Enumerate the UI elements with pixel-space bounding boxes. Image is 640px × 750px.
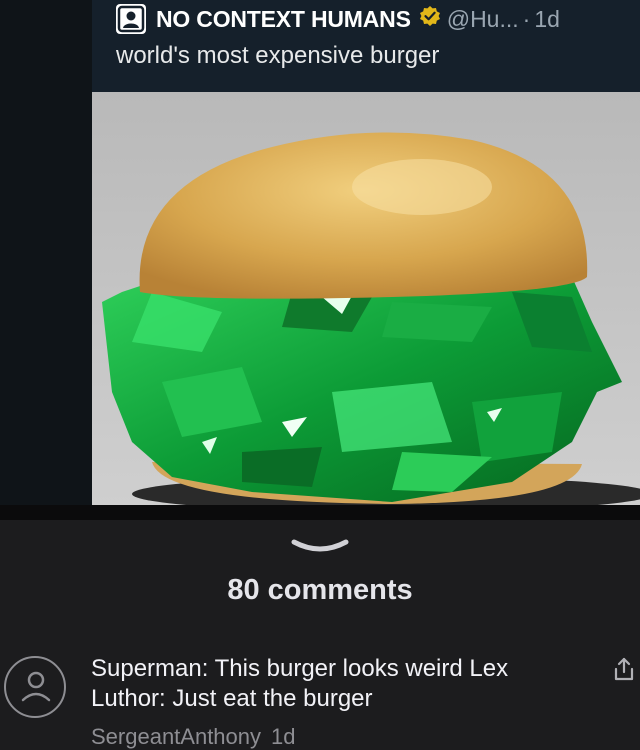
- user-avatar-icon[interactable]: [4, 656, 66, 718]
- comment-time: 1d: [271, 724, 296, 749]
- tweet-header: NO CONTEXT HUMANS @Hu... · 1d: [116, 2, 560, 36]
- verified-badge-icon: [419, 5, 441, 33]
- share-icon[interactable]: [612, 656, 636, 682]
- separator-dot: ·: [522, 5, 531, 32]
- tweet-text: world's most expensive burger: [116, 42, 440, 69]
- burger-photo[interactable]: [92, 92, 640, 505]
- comment-author[interactable]: SergeantAnthony: [91, 724, 261, 749]
- comment-meta: SergeantAnthony 1d: [91, 724, 296, 750]
- comment-text: Superman: This burger looks weird Lex Lu…: [91, 655, 509, 712]
- divider-bar: [0, 505, 640, 520]
- account-handle[interactable]: @Hu...: [447, 6, 519, 33]
- tweet-screenshot: NO CONTEXT HUMANS @Hu... · 1d world's mo…: [0, 0, 640, 520]
- person-silhouette-icon: [116, 4, 146, 34]
- comments-count[interactable]: 80 comments: [0, 574, 640, 607]
- chevron-down-icon[interactable]: [290, 536, 350, 558]
- account-name[interactable]: NO CONTEXT HUMANS: [156, 6, 411, 33]
- tweet-time: 1d: [534, 5, 560, 32]
